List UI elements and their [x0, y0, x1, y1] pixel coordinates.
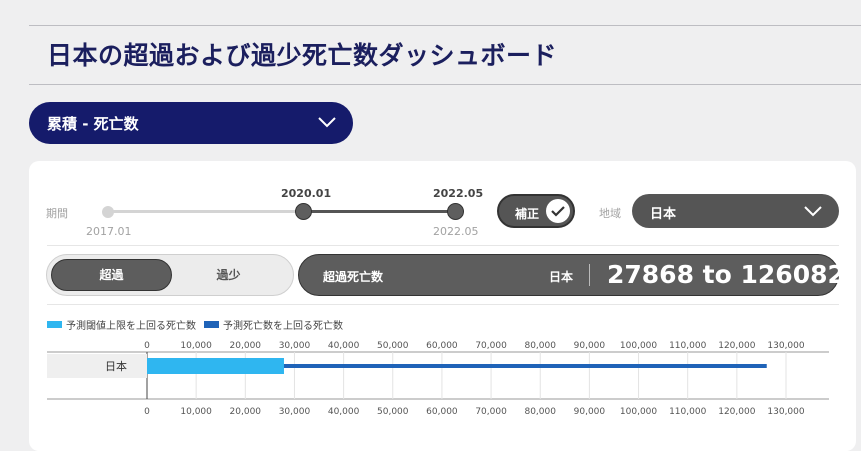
- legend-swatch-expected: [204, 321, 219, 328]
- summary-region: 日本: [549, 270, 574, 284]
- summary-value: 27868 to 126082: [607, 260, 845, 289]
- x-tick-label-top: 10,000: [180, 341, 212, 351]
- x-tick-label-top: 40,000: [328, 341, 360, 351]
- title-divider: [29, 84, 861, 85]
- x-tick-label-top: 120,000: [718, 341, 755, 351]
- x-tick-label-bottom: 90,000: [574, 407, 606, 417]
- dashboard-card: 期間 2020.01 2022.05 2017.01 2022.05 補正 地域…: [29, 161, 856, 451]
- x-tick-label-bottom: 40,000: [328, 407, 360, 417]
- range-end-label: 2022.05: [433, 225, 479, 238]
- adjust-label: 補正: [515, 207, 540, 221]
- x-tick-label-bottom: 80,000: [524, 407, 556, 417]
- top-divider: [29, 25, 861, 26]
- page-title: 日本の超過および過少死亡数ダッシュボード: [47, 41, 558, 70]
- metric-dropdown[interactable]: 累積 - 死亡数: [29, 102, 353, 144]
- x-tick-label-top: 80,000: [524, 341, 556, 351]
- legend-label-expected: 予測死亡数を上回る死亡数: [223, 321, 343, 332]
- slider-end-handle[interactable]: [447, 203, 464, 220]
- chevron-down-icon: [804, 206, 822, 217]
- legend-item-expected: 予測死亡数を上回る死亡数: [204, 317, 343, 332]
- slider-start-handle[interactable]: [295, 203, 312, 220]
- mode-excess-button[interactable]: 超過: [51, 259, 172, 291]
- filter-divider: [47, 245, 839, 246]
- legend-swatch-threshold: [47, 321, 62, 328]
- x-tick-label-top: 130,000: [767, 341, 804, 351]
- chevron-down-icon: [318, 117, 336, 128]
- x-tick-label-bottom: 130,000: [767, 407, 804, 417]
- bar-chart: 0 0 10,000 10,000 20,000 20,000 30,000 30,000 40…: [47, 341, 829, 417]
- period-label: 期間: [46, 207, 68, 220]
- mode-toggle: 超過 過少: [46, 254, 294, 296]
- x-tick-label-bottom: 60,000: [426, 407, 458, 417]
- selected-end-label: 2022.05: [433, 187, 484, 200]
- slider-min-marker: [102, 206, 114, 218]
- x-tick-label-top: 60,000: [426, 341, 458, 351]
- category-row-band: [47, 354, 147, 378]
- x-tick-label-top: 50,000: [377, 341, 409, 351]
- x-tick-label-top: 30,000: [279, 341, 311, 351]
- x-tick-label-bottom: 20,000: [230, 407, 262, 417]
- slider-selected-range: [303, 210, 455, 213]
- x-tick-label-bottom: 70,000: [475, 407, 507, 417]
- x-tick-label-top: 90,000: [574, 341, 606, 351]
- x-tick-label-bottom: 10,000: [180, 407, 212, 417]
- mode-deficit-button[interactable]: 過少: [168, 259, 289, 291]
- category-label: 日本: [105, 359, 127, 373]
- x-tick-label-top: 100,000: [620, 341, 657, 351]
- selected-start-label: 2020.01: [281, 187, 332, 200]
- summary-divider: [589, 264, 590, 286]
- legend-label-threshold: 予測閾値上限を上回る死亡数: [66, 321, 196, 332]
- region-dropdown-value: 日本: [650, 207, 677, 222]
- x-tick-label-bottom: 30,000: [279, 407, 311, 417]
- x-tick-label-bottom: 50,000: [377, 407, 409, 417]
- summary-divider-line: [47, 304, 839, 305]
- x-tick-label-bottom: 100,000: [620, 407, 657, 417]
- summary-panel: 超過死亡数 日本 27868 to 126082: [298, 254, 845, 296]
- check-icon: [546, 199, 570, 223]
- summary-label: 超過死亡数: [323, 270, 384, 284]
- metric-dropdown-value: 累積 - 死亡数: [47, 114, 139, 133]
- region-label: 地域: [599, 207, 621, 220]
- chart-legend: 予測閾値上限を上回る死亡数 予測死亡数を上回る死亡数: [47, 317, 351, 332]
- range-start-label: 2017.01: [86, 225, 132, 238]
- adjust-toggle[interactable]: 補正: [497, 194, 575, 228]
- legend-item-threshold: 予測閾値上限を上回る死亡数: [47, 317, 196, 332]
- x-tick-label-top: 110,000: [669, 341, 706, 351]
- x-tick-label-top: 70,000: [475, 341, 507, 351]
- x-tick-label-top: 20,000: [230, 341, 262, 351]
- x-tick-label-bottom: 120,000: [718, 407, 755, 417]
- bar-threshold: [147, 358, 284, 374]
- slider-track[interactable]: [107, 210, 304, 213]
- x-tick-label-bottom: 0: [144, 407, 150, 417]
- x-tick-label-top: 0: [144, 341, 150, 351]
- region-dropdown[interactable]: 日本: [632, 194, 839, 228]
- x-tick-label-bottom: 110,000: [669, 407, 706, 417]
